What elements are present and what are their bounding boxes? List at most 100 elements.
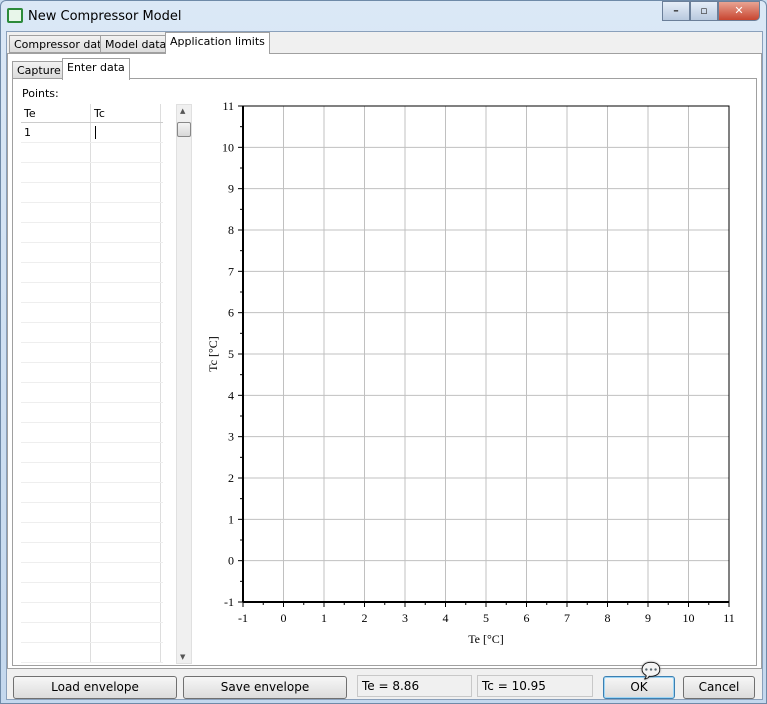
scroll-up-icon[interactable]: ▲ [180, 107, 185, 115]
cell-tc[interactable] [91, 263, 161, 282]
table-row[interactable] [21, 263, 163, 283]
table-row[interactable] [21, 623, 163, 643]
table-row[interactable] [21, 223, 163, 243]
cell-tc[interactable] [91, 223, 161, 242]
column-header-tc[interactable]: Tc [91, 104, 161, 122]
table-row[interactable] [21, 143, 163, 163]
cell-te[interactable] [21, 363, 91, 382]
cell-tc[interactable] [91, 323, 161, 342]
cell-tc[interactable] [91, 423, 161, 442]
cell-tc[interactable] [91, 123, 161, 142]
cell-te[interactable] [21, 203, 91, 222]
cell-te[interactable] [21, 543, 91, 562]
column-header-te[interactable]: Te [21, 104, 91, 122]
cell-te[interactable] [21, 323, 91, 342]
cell-tc[interactable] [91, 203, 161, 222]
cancel-button[interactable]: Cancel [683, 676, 755, 699]
table-row[interactable] [21, 423, 163, 443]
table-row[interactable] [21, 183, 163, 203]
cell-te[interactable] [21, 503, 91, 522]
cell-tc[interactable] [91, 143, 161, 162]
scroll-down-icon[interactable]: ▼ [180, 653, 185, 661]
cell-tc[interactable] [91, 563, 161, 582]
cell-te[interactable] [21, 423, 91, 442]
cell-te[interactable] [21, 283, 91, 302]
cell-tc[interactable] [91, 303, 161, 322]
cell-te[interactable] [21, 343, 91, 362]
cell-te[interactable] [21, 443, 91, 462]
cell-tc[interactable] [91, 583, 161, 602]
cell-tc[interactable] [91, 623, 161, 642]
title-bar[interactable]: New Compressor Model – ▫ ✕ [1, 1, 766, 31]
cell-te[interactable] [21, 263, 91, 282]
table-row[interactable] [21, 603, 163, 623]
table-row[interactable] [21, 563, 163, 583]
cell-te[interactable] [21, 243, 91, 262]
cell-te[interactable] [21, 303, 91, 322]
cell-te[interactable] [21, 403, 91, 422]
cell-tc[interactable] [91, 463, 161, 482]
table-row[interactable] [21, 343, 163, 363]
table-row[interactable] [21, 303, 163, 323]
cell-te[interactable] [21, 643, 91, 662]
cell-te[interactable] [21, 563, 91, 582]
cell-te[interactable]: 1 [21, 123, 91, 142]
table-row[interactable] [21, 203, 163, 223]
envelope-chart[interactable]: -1 0 1 2 3 4 5 6 7 8 9 10 11 -1 0 1 2 3 4 5 6 7 8 9 10 11 Te [°C] T… [193, 79, 753, 665]
cell-te[interactable] [21, 183, 91, 202]
cell-tc[interactable] [91, 523, 161, 542]
tab-compressor-data[interactable]: Compressor data [9, 35, 114, 53]
close-button[interactable]: ✕ [718, 1, 760, 21]
tab-capture[interactable]: Capture [12, 61, 66, 79]
cell-tc[interactable] [91, 163, 161, 182]
table-row[interactable] [21, 443, 163, 463]
cell-te[interactable] [21, 523, 91, 542]
cell-tc[interactable] [91, 383, 161, 402]
cell-te[interactable] [21, 163, 91, 182]
cell-te[interactable] [21, 603, 91, 622]
load-envelope-button[interactable]: Load envelope [13, 676, 177, 699]
table-row[interactable] [21, 363, 163, 383]
table-row[interactable] [21, 503, 163, 523]
tab-model-data[interactable]: Model data [100, 35, 172, 53]
table-row[interactable] [21, 523, 163, 543]
table-row[interactable] [21, 323, 163, 343]
table-row[interactable] [21, 283, 163, 303]
scroll-thumb[interactable] [177, 122, 191, 137]
cell-te[interactable] [21, 383, 91, 402]
table-row[interactable] [21, 383, 163, 403]
save-envelope-button[interactable]: Save envelope [183, 676, 347, 699]
table-row[interactable] [21, 583, 163, 603]
table-row[interactable]: 1 [21, 123, 163, 143]
table-row[interactable] [21, 483, 163, 503]
cell-te[interactable] [21, 223, 91, 242]
cell-tc[interactable] [91, 543, 161, 562]
cell-tc[interactable] [91, 443, 161, 462]
cell-tc[interactable] [91, 483, 161, 502]
table-row[interactable] [21, 243, 163, 263]
cell-te[interactable] [21, 463, 91, 482]
cell-tc[interactable] [91, 363, 161, 382]
ok-button[interactable]: OK [603, 676, 675, 699]
minimize-button[interactable]: – [662, 1, 690, 21]
cell-tc[interactable] [91, 503, 161, 522]
maximize-button[interactable]: ▫ [690, 1, 718, 21]
cell-tc[interactable] [91, 343, 161, 362]
table-row[interactable] [21, 403, 163, 423]
cell-tc[interactable] [91, 243, 161, 262]
tab-enter-data[interactable]: Enter data [62, 58, 130, 80]
cell-tc[interactable] [91, 603, 161, 622]
cell-te[interactable] [21, 623, 91, 642]
table-row[interactable] [21, 163, 163, 183]
tab-application-limits[interactable]: Application limits [165, 32, 270, 54]
cell-tc[interactable] [91, 403, 161, 422]
cell-tc[interactable] [91, 283, 161, 302]
table-row[interactable] [21, 463, 163, 483]
cell-te[interactable] [21, 483, 91, 502]
cell-te[interactable] [21, 143, 91, 162]
points-grid[interactable]: Te Tc 1 [21, 104, 163, 664]
cell-tc[interactable] [91, 643, 161, 662]
grid-scrollbar[interactable]: ▲ ▼ [176, 104, 192, 664]
table-row[interactable] [21, 643, 163, 663]
cell-tc[interactable] [91, 183, 161, 202]
